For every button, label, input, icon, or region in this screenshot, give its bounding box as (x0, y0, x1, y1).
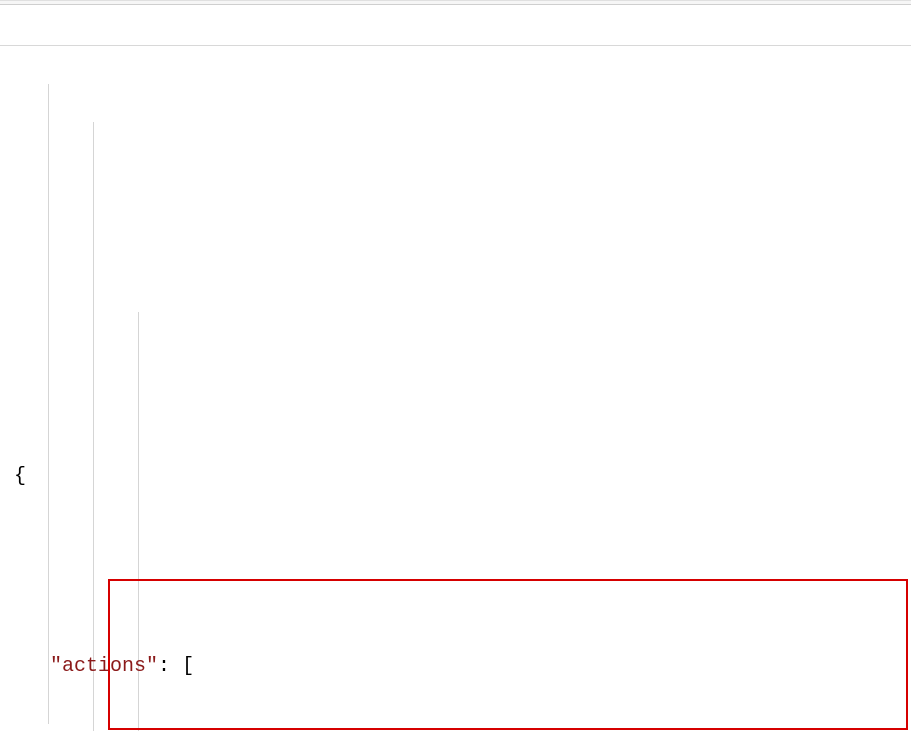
code-line: { (14, 458, 911, 496)
brace-open: { (14, 465, 26, 488)
editor-divider (0, 45, 911, 46)
indent-guide (93, 122, 94, 731)
code-line: "actions": [ (14, 648, 911, 686)
bracket-open: [ (182, 655, 194, 678)
punct: : (158, 655, 182, 678)
code-editor[interactable]: { "actions": [ { "verb": "createSPList",… (0, 0, 911, 731)
top-divider (0, 0, 911, 5)
json-key: "actions" (50, 655, 158, 678)
indent-guide (48, 84, 49, 724)
